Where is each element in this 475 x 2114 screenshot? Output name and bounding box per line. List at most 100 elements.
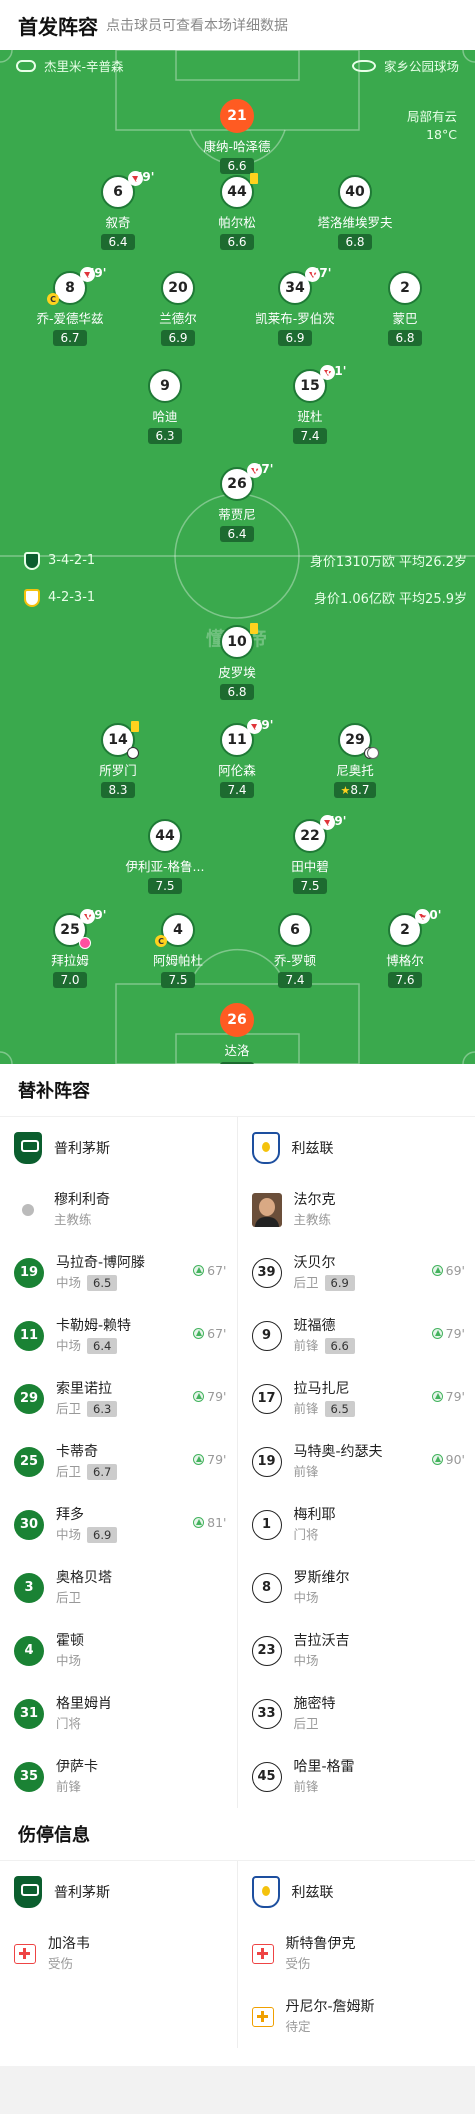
player-number: 9	[148, 369, 182, 403]
sub-name: 索里诺拉	[56, 1379, 117, 1399]
home-player[interactable]: 9哈迪6.3	[105, 369, 225, 444]
away-player[interactable]: 290'博格尔7.6	[345, 913, 465, 988]
away-player[interactable]: 10皮罗埃6.8	[177, 625, 297, 700]
sub-position: 中场6.4	[56, 1336, 131, 1356]
sub-player-row[interactable]: 17拉马扎尼前锋6.579'	[238, 1367, 475, 1430]
sub-player-row[interactable]: 8罗斯维尔中场	[238, 1556, 475, 1619]
sub-position: 中场	[56, 1651, 84, 1671]
yellow-card-icon	[131, 721, 139, 732]
sub-rating: 6.5	[87, 1275, 117, 1291]
player-name: 帕尔松	[177, 212, 297, 231]
away-player[interactable]: 44伊利亚-格鲁...7.5	[105, 819, 225, 894]
player-number: 44	[148, 819, 182, 853]
subs-title: 替补阵容	[0, 1064, 475, 1116]
home-player[interactable]: 21康纳-哈泽德6.6	[177, 99, 297, 174]
player-name: 凯莱布-罗伯茨	[235, 308, 355, 327]
sub-position: 前锋	[294, 1777, 355, 1797]
sub-number: 25	[14, 1447, 44, 1477]
home-player[interactable]: 44帕尔松6.6	[177, 175, 297, 250]
sub-in-icon	[193, 1517, 204, 1528]
sub-player-row[interactable]: 3奥格贝塔后卫	[0, 1556, 237, 1619]
away-team-name: 利兹联	[292, 1882, 334, 1902]
medical-icon	[252, 1944, 274, 1964]
player-rating: 7.4	[278, 972, 312, 988]
home-player[interactable]: 3467'凯莱布-罗伯茨6.9	[235, 271, 355, 346]
player-name: 蒂贾尼	[177, 504, 297, 523]
sub-in-icon	[432, 1454, 443, 1465]
player-number: 20	[161, 271, 195, 305]
home-injury-column: 普利茅斯 加洛韦受伤	[0, 1861, 238, 2048]
player-rating: 7.4	[293, 428, 327, 444]
home-player[interactable]: 679'叙奇6.4	[58, 175, 178, 250]
home-player[interactable]: 2667'蒂贾尼6.4	[177, 467, 297, 542]
home-player[interactable]: 2蒙巴6.8	[345, 271, 465, 346]
away-player[interactable]: 1179'阿伦森7.4	[177, 723, 297, 798]
sub-player-row[interactable]: 45哈里-格雷前锋	[238, 1745, 475, 1808]
away-player[interactable]: 4C阿姆帕杜7.5	[118, 913, 238, 988]
away-player[interactable]: 26达洛6.4	[177, 1003, 297, 1064]
sub-position: 前锋	[56, 1777, 98, 1797]
player-rating: ★8.7	[334, 782, 377, 798]
home-player[interactable]: 1581'班杜7.4	[250, 369, 370, 444]
away-player[interactable]: 2279'田中碧7.5	[250, 819, 370, 894]
sub-player-row[interactable]: 29索里诺拉后卫6.379'	[0, 1367, 237, 1430]
weather: 局部有云 18°C	[407, 108, 457, 144]
injury-status: 待定	[286, 2017, 375, 2037]
sub-player-row[interactable]: 30拜多中场6.981'	[0, 1493, 237, 1556]
player-name: 尼奥托	[295, 760, 415, 779]
player-number: 3467'	[278, 271, 312, 305]
away-coach[interactable]: 法尔克主教练	[238, 1178, 475, 1241]
injury-row[interactable]: 斯特鲁伊克受伤	[238, 1922, 475, 1985]
sub-in-icon	[432, 1328, 443, 1339]
away-team-row[interactable]: 利兹联	[238, 1117, 475, 1178]
sub-player-row[interactable]: 35伊萨卡前锋	[0, 1745, 237, 1808]
stadium-icon	[352, 60, 376, 72]
player-name: 哈迪	[105, 406, 225, 425]
sub-player-row[interactable]: 19马拉奇-博阿滕中场6.567'	[0, 1241, 237, 1304]
sub-player-row[interactable]: 39沃贝尔后卫6.969'	[238, 1241, 475, 1304]
player-name: 博格尔	[345, 950, 465, 969]
coach-name: 法尔克	[294, 1190, 336, 1210]
sub-time: 67'	[311, 266, 331, 280]
sub-position: 前锋6.5	[294, 1399, 355, 1419]
sub-player-row[interactable]: 19马特奥-约瑟夫前锋90'	[238, 1430, 475, 1493]
away-player[interactable]: 29尼奥托★8.7	[295, 723, 415, 798]
home-player[interactable]: 879'C乔-爱德华兹6.7	[10, 271, 130, 346]
player-number: 2	[388, 271, 422, 305]
away-player[interactable]: 2569'拜拉姆7.0	[10, 913, 130, 988]
away-injury-team-row[interactable]: 利兹联	[238, 1861, 475, 1922]
sub-player-row[interactable]: 33施密特后卫	[238, 1682, 475, 1745]
home-injury-team-row[interactable]: 普利茅斯	[0, 1861, 237, 1922]
away-age: 平均25.9岁	[399, 592, 467, 607]
sub-player-row[interactable]: 4霍顿中场	[0, 1619, 237, 1682]
sub-player-row[interactable]: 9班福德前锋6.679'	[238, 1304, 475, 1367]
away-player[interactable]: 6乔-罗顿7.4	[235, 913, 355, 988]
home-player[interactable]: 40塔洛维埃罗夫6.8	[295, 175, 415, 250]
home-player[interactable]: 20兰德尔6.9	[118, 271, 238, 346]
sub-name: 吉拉沃吉	[294, 1631, 350, 1651]
sub-player-row[interactable]: 1梅利耶门将	[238, 1493, 475, 1556]
away-player[interactable]: 14所罗门8.3	[58, 723, 178, 798]
player-rating: 7.5	[148, 878, 182, 894]
sub-position: 后卫	[56, 1588, 112, 1608]
home-team-row[interactable]: 普利茅斯	[0, 1117, 237, 1178]
sub-number: 9	[252, 1321, 282, 1351]
injury-row[interactable]: 加洛韦受伤	[0, 1922, 237, 1985]
sub-info: 奥格贝塔后卫	[56, 1568, 112, 1608]
home-team-summary: 3-4-2-1 身价1310万欧 平均26.2岁	[0, 551, 475, 570]
coach-placeholder-icon	[14, 1196, 42, 1224]
home-coach[interactable]: 穆利利奇主教练	[0, 1178, 237, 1241]
sub-in-time: 69'	[432, 1263, 465, 1278]
injury-row[interactable]: 丹尼尔-詹姆斯待定	[238, 1985, 475, 2048]
sub-player-row[interactable]: 25卡蒂奇后卫6.779'	[0, 1430, 237, 1493]
injury-info: 斯特鲁伊克受伤	[286, 1934, 356, 1974]
yellow-card-icon	[250, 173, 258, 184]
away-team-name: 利兹联	[292, 1138, 334, 1158]
sub-name: 拉马扎尼	[294, 1379, 355, 1399]
sub-info: 马特奥-约瑟夫前锋	[294, 1442, 383, 1482]
sub-time: 67'	[253, 462, 273, 476]
sub-player-row[interactable]: 23吉拉沃吉中场	[238, 1619, 475, 1682]
sub-player-row[interactable]: 11卡勒姆-赖特中场6.467'	[0, 1304, 237, 1367]
sub-player-row[interactable]: 31格里姆肖门将	[0, 1682, 237, 1745]
subs-columns: 普利茅斯 穆利利奇主教练 19马拉奇-博阿滕中场6.567'11卡勒姆-赖特中场…	[0, 1116, 475, 1808]
